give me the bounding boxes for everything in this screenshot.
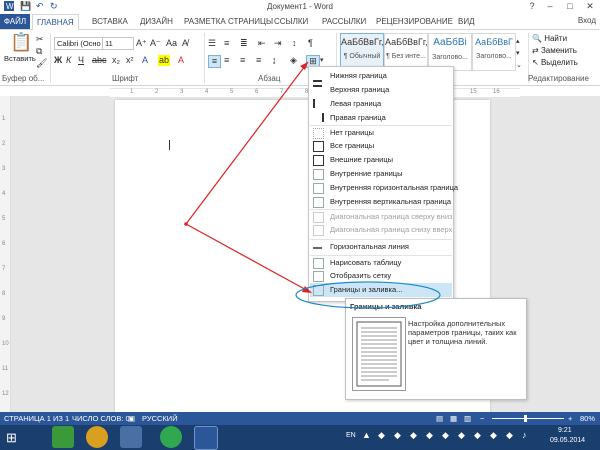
clock-time[interactable]: 9:21 — [558, 427, 572, 434]
tray-app-icon[interactable]: ◆ — [410, 430, 417, 441]
tray-app-icon[interactable]: ◆ — [458, 430, 465, 441]
annotation-overlay — [184, 61, 441, 309]
tray-app-icon[interactable]: ◆ — [506, 430, 513, 441]
chrome-icon[interactable] — [86, 426, 108, 448]
tray-app-icon[interactable]: ◆ — [394, 430, 401, 441]
annotation-arrow-line — [185, 223, 311, 293]
tray-app-icon[interactable]: ◆ — [442, 430, 449, 441]
annotation-highlight-ellipse — [295, 281, 441, 309]
coffee-app-icon[interactable] — [120, 426, 142, 448]
taskbar: ⊞ EN ▲ ◆ ◆ ◆ ◆ ◆ ◆ ◆ ◆ ◆ ♪ 9:21 09.05.20… — [0, 425, 600, 450]
word-count[interactable]: ЧИСЛО СЛОВ: 0 — [72, 414, 130, 423]
annotation-arrowhead — [300, 62, 308, 70]
tray-app-icon[interactable]: ◆ — [490, 430, 497, 441]
clock-date[interactable]: 09.05.2014 — [550, 437, 585, 444]
zoom-slider[interactable] — [492, 418, 564, 419]
volume-icon[interactable]: ♪ — [522, 430, 527, 440]
page-count[interactable]: СТРАНИЦА 1 ИЗ 1 — [4, 414, 69, 423]
annotation-dot — [184, 222, 188, 226]
zoom-slider-thumb[interactable] — [524, 415, 527, 422]
language-indicator[interactable]: РУССКИЙ — [142, 414, 178, 423]
zoom-in-icon[interactable]: + — [568, 414, 572, 423]
input-language[interactable]: EN — [346, 432, 356, 439]
tray-app-icon[interactable]: ◆ — [426, 430, 433, 441]
annotation-arrow-line — [185, 61, 309, 225]
read-mode-icon[interactable]: ▤ — [436, 414, 443, 423]
tray-app-icon[interactable]: ◆ — [474, 430, 481, 441]
word-taskbar-icon[interactable] — [194, 426, 218, 450]
tray-app-icon[interactable]: ◆ — [378, 430, 385, 441]
tray-network-icon[interactable]: ▲ — [362, 430, 371, 440]
print-layout-icon[interactable]: ▦ — [450, 414, 457, 423]
status-bar: СТРАНИЦА 1 ИЗ 1 ЧИСЛО СЛОВ: 0 ▣ РУССКИЙ … — [0, 412, 600, 425]
messenger-icon[interactable] — [160, 426, 182, 448]
start-windows-icon[interactable]: ⊞ — [6, 430, 17, 446]
zoom-out-icon[interactable]: − — [480, 414, 484, 423]
utorrent-icon[interactable] — [52, 426, 74, 448]
web-layout-icon[interactable]: ▥ — [464, 414, 471, 423]
zoom-level[interactable]: 80% — [580, 414, 595, 423]
proofing-icon[interactable]: ▣ — [128, 414, 135, 423]
